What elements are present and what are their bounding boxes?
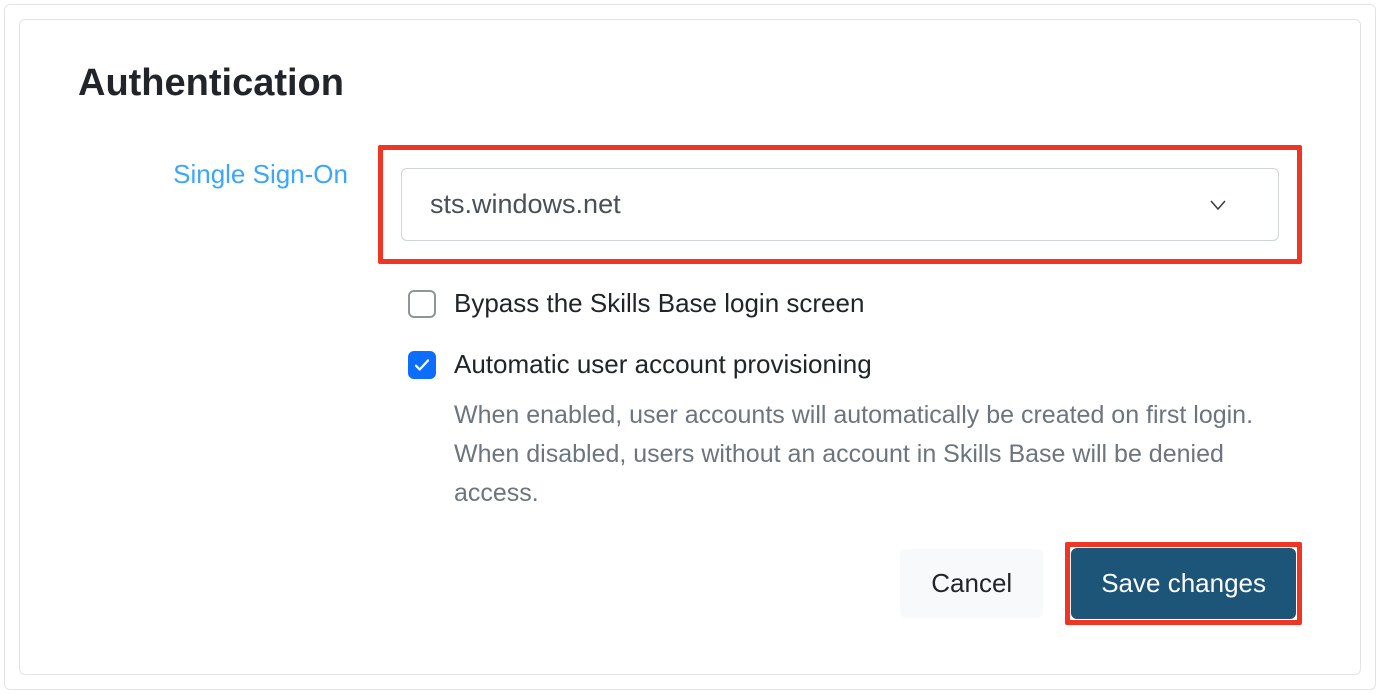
provisioning-label: Automatic user account provisioning	[454, 349, 1302, 380]
provisioning-row: Automatic user account provisioning When…	[408, 349, 1302, 512]
sso-link[interactable]: Single Sign-On	[173, 159, 348, 189]
sso-highlight: sts.windows.net	[378, 145, 1302, 264]
chevron-down-icon	[1208, 195, 1228, 215]
outer-frame: Authentication Single Sign-On sts.window…	[4, 4, 1376, 690]
sso-label-col: Single Sign-On	[78, 145, 378, 190]
cancel-button[interactable]: Cancel	[900, 549, 1043, 618]
bypass-checkbox[interactable]	[408, 290, 436, 318]
provisioning-checkbox[interactable]	[408, 351, 436, 379]
provisioning-label-wrap: Automatic user account provisioning When…	[454, 349, 1302, 512]
sso-select[interactable]: sts.windows.net	[401, 168, 1279, 241]
bypass-label: Bypass the Skills Base login screen	[454, 288, 864, 319]
actions-row: Cancel Save changes	[78, 542, 1302, 625]
provisioning-help: When enabled, user accounts will automat…	[454, 396, 1302, 512]
bypass-label-wrap: Bypass the Skills Base login screen	[454, 288, 864, 319]
sso-selected-value: sts.windows.net	[430, 189, 621, 220]
sso-select-wrap: sts.windows.net	[401, 168, 1279, 241]
sso-field-col: sts.windows.net	[378, 145, 1302, 264]
sso-row: Single Sign-On sts.windows.net	[78, 145, 1302, 264]
save-button[interactable]: Save changes	[1071, 548, 1296, 619]
authentication-panel: Authentication Single Sign-On sts.window…	[19, 19, 1361, 675]
bypass-row: Bypass the Skills Base login screen	[408, 288, 1302, 319]
save-highlight: Save changes	[1065, 542, 1302, 625]
panel-title: Authentication	[78, 62, 1302, 105]
